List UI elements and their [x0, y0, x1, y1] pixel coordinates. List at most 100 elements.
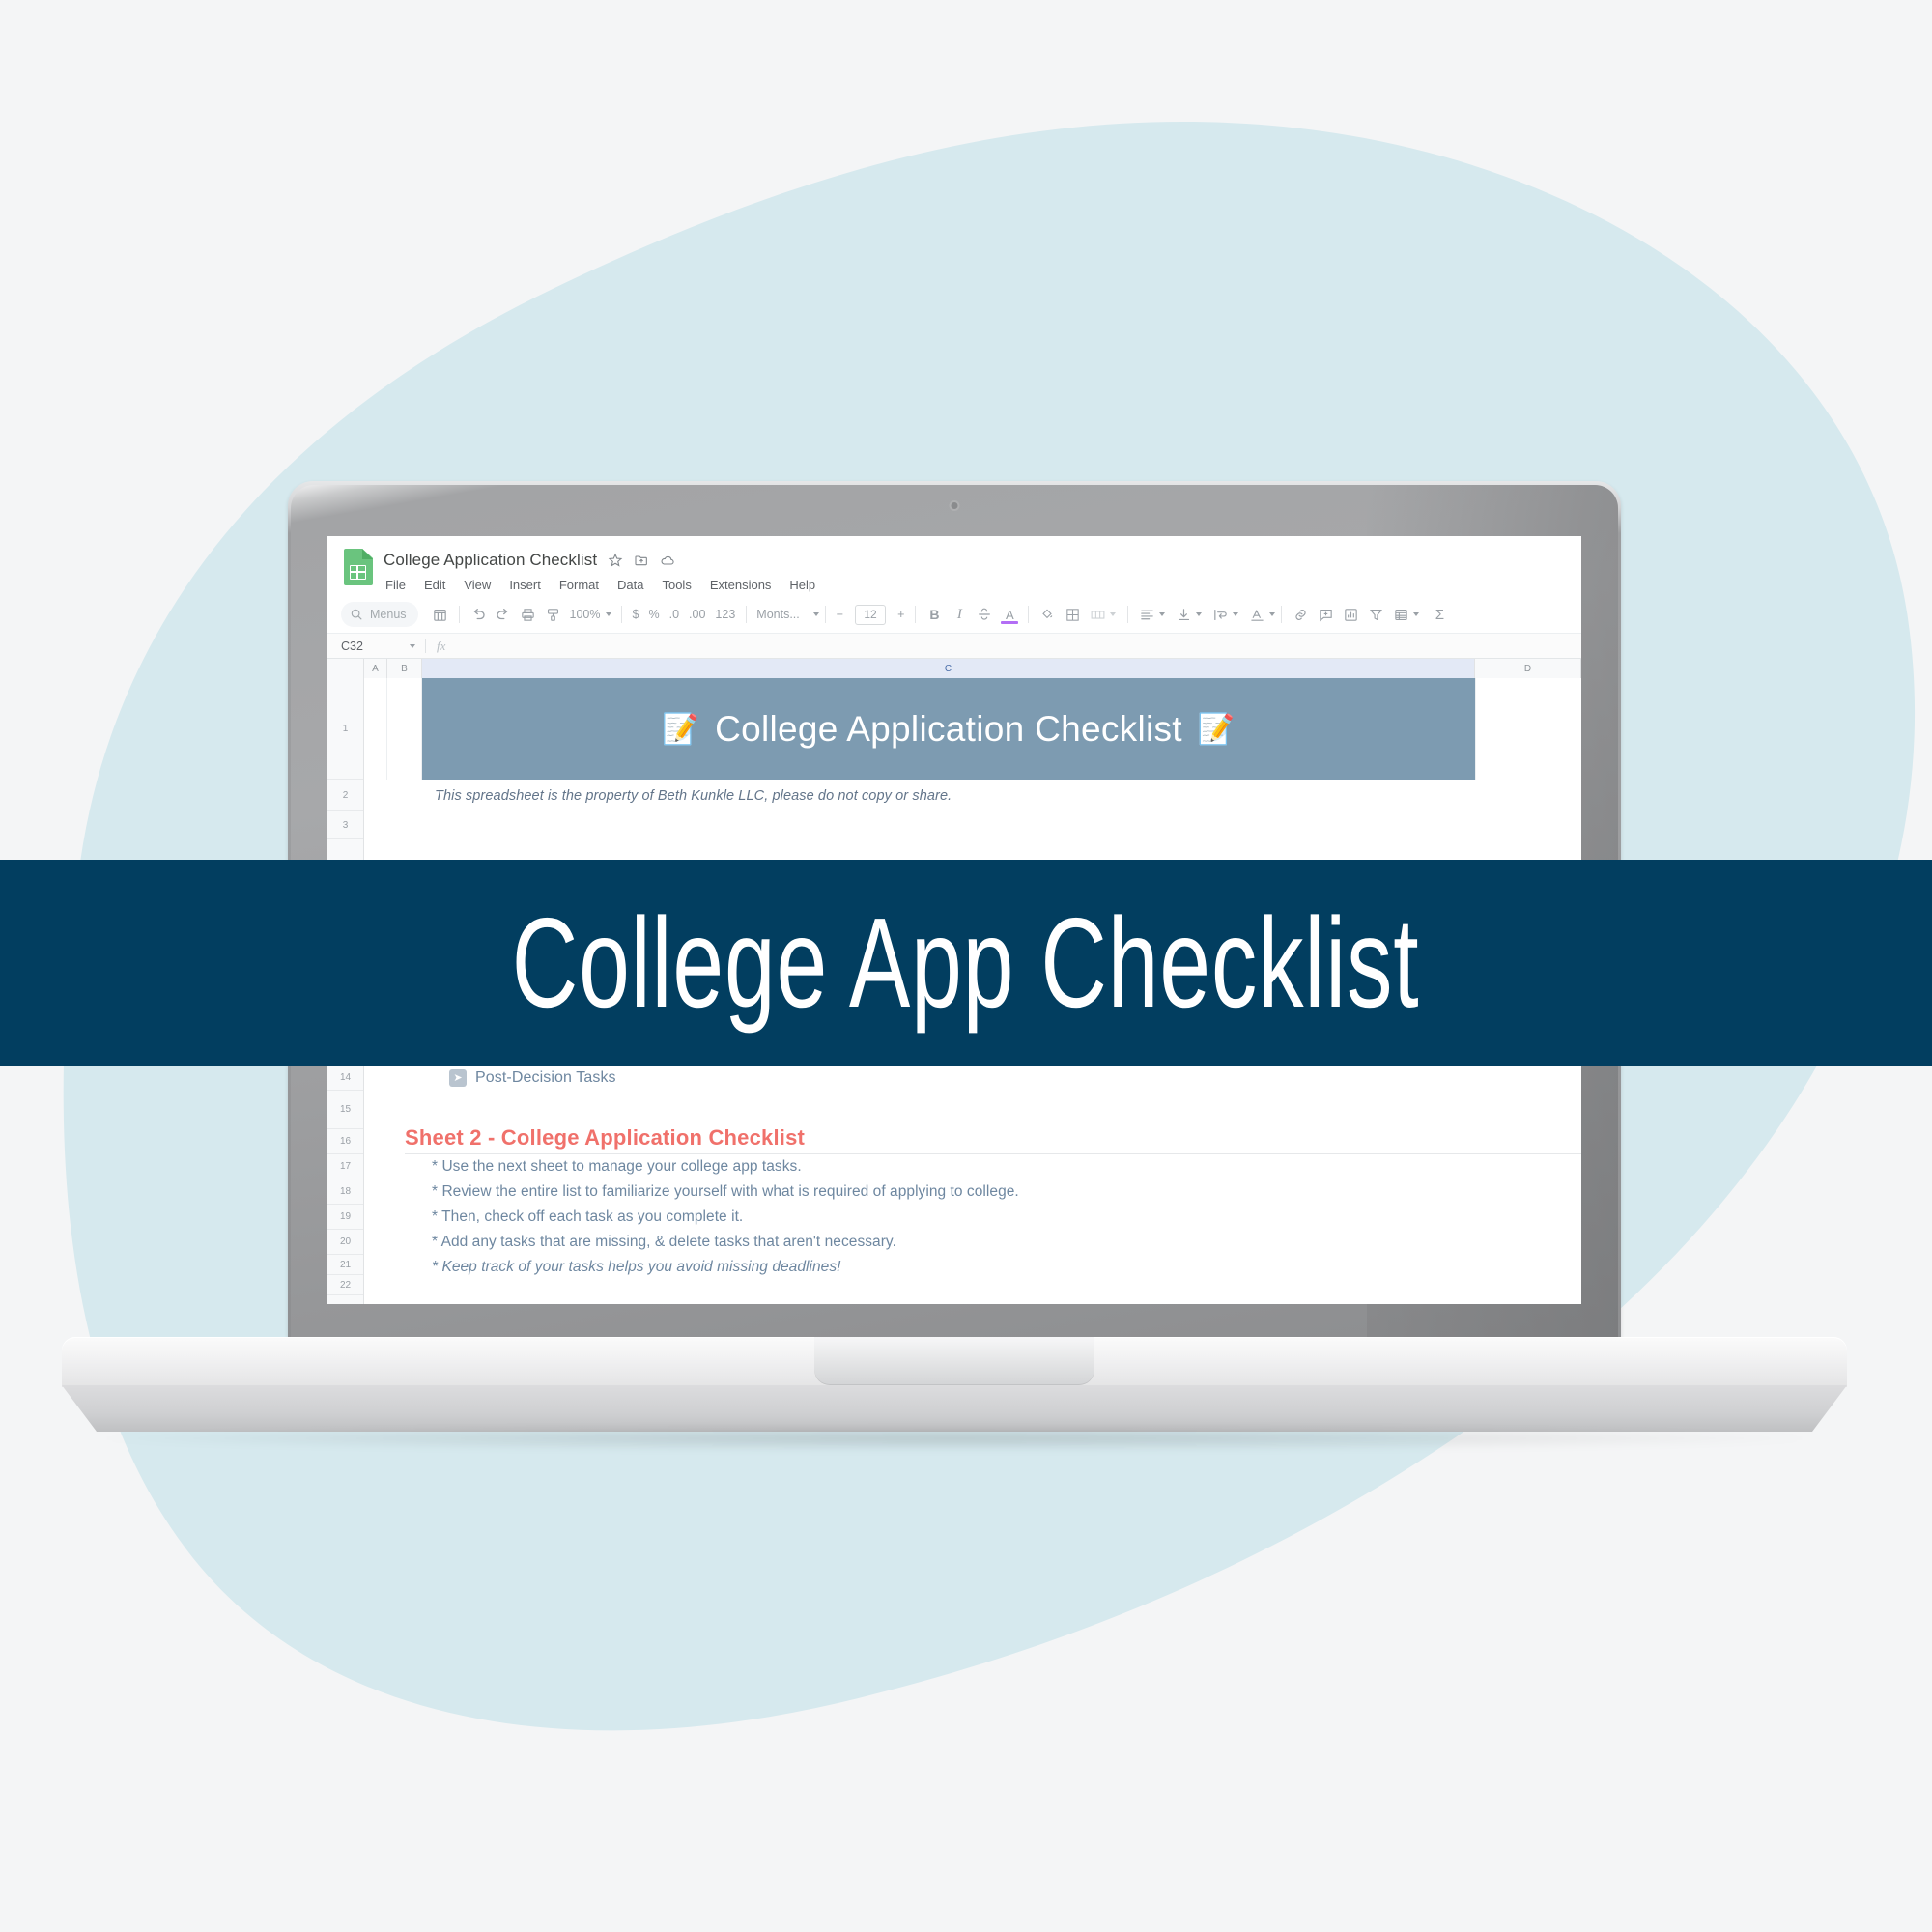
- insert-chart-icon[interactable]: [1338, 602, 1363, 627]
- menu-item-edit[interactable]: Edit: [422, 576, 447, 594]
- fill-color-icon[interactable]: [1035, 602, 1060, 627]
- row-number[interactable]: 22: [327, 1275, 363, 1295]
- increase-font-size-button[interactable]: +: [893, 608, 909, 621]
- instruction-bullet: * Add any tasks that are missing, & dele…: [432, 1234, 896, 1250]
- fx-icon: fx: [437, 638, 446, 653]
- row-18: * Then, check off each task as you compl…: [364, 1205, 1581, 1230]
- row-number[interactable]: 18: [327, 1179, 363, 1205]
- row-number[interactable]: 2: [327, 780, 363, 811]
- undo-icon[interactable]: [466, 602, 491, 627]
- row-14[interactable]: [364, 1091, 1581, 1116]
- menu-item-format[interactable]: Format: [557, 576, 601, 594]
- overlay-headline: College App Checklist: [512, 892, 1420, 1034]
- row-13: ➤ Post-Decision Tasks: [364, 1065, 1581, 1091]
- nav-item-label: Post-Decision Tasks: [475, 1069, 616, 1086]
- italic-button[interactable]: I: [947, 602, 972, 627]
- cell-a1[interactable]: [364, 678, 387, 780]
- row-20: * Keep track of your tasks helps you avo…: [364, 1255, 1581, 1280]
- row-2: This spreadsheet is the property of Beth…: [364, 780, 1581, 811]
- horizontal-align-icon[interactable]: [1134, 602, 1159, 627]
- row-number[interactable]: 17: [327, 1154, 363, 1179]
- menu-item-view[interactable]: View: [462, 576, 493, 594]
- text-rotation-icon[interactable]: [1244, 602, 1269, 627]
- borders-icon[interactable]: [1060, 602, 1085, 627]
- paint-format-icon[interactable]: [541, 602, 566, 627]
- sheet-title-banner: 📝 College Application Checklist 📝: [422, 678, 1475, 780]
- menu-item-insert[interactable]: Insert: [507, 576, 543, 594]
- insert-link-icon[interactable]: [1288, 602, 1313, 627]
- chevron-down-icon[interactable]: [410, 643, 415, 648]
- filter-views-icon[interactable]: [1388, 602, 1413, 627]
- font-size-stepper[interactable]: − 12 +: [832, 604, 910, 625]
- menu-item-tools[interactable]: Tools: [660, 576, 693, 594]
- laptop-camera-icon: [951, 502, 958, 509]
- text-color-icon[interactable]: A: [997, 602, 1022, 627]
- document-title[interactable]: College Application Checklist: [384, 551, 597, 570]
- row-number[interactable]: 16: [327, 1129, 363, 1154]
- row-3[interactable]: [364, 811, 1581, 839]
- star-icon[interactable]: [608, 553, 623, 568]
- decrease-decimal-button[interactable]: .0: [665, 608, 684, 621]
- menu-item-extensions[interactable]: Extensions: [708, 576, 774, 594]
- more-formats-button[interactable]: 123: [710, 608, 740, 621]
- zoom-level-label: 100%: [569, 608, 601, 621]
- insert-comment-icon[interactable]: [1313, 602, 1338, 627]
- currency-format-button[interactable]: $: [628, 608, 644, 621]
- cloud-saved-icon[interactable]: [660, 553, 675, 568]
- instruction-bullet: * Review the entire list to familiarize …: [432, 1183, 1019, 1200]
- cell-c1[interactable]: 📝 College Application Checklist 📝: [422, 678, 1475, 780]
- sheets-toolbar: Menus 100% $ % .0 .00 123 Monts... − 12 …: [327, 596, 1581, 633]
- row-21[interactable]: [364, 1280, 1581, 1300]
- menu-item-data[interactable]: Data: [615, 576, 645, 594]
- chevron-down-icon[interactable]: [1413, 612, 1420, 616]
- laptop-drop-shadow: [91, 1426, 1818, 1451]
- column-header-b[interactable]: B: [387, 659, 422, 678]
- row-number[interactable]: 3: [327, 811, 363, 839]
- chevron-down-icon[interactable]: [1233, 612, 1239, 616]
- name-box[interactable]: C32: [341, 634, 423, 658]
- menu-item-help[interactable]: Help: [787, 576, 817, 594]
- move-to-folder-icon[interactable]: [634, 553, 649, 568]
- row-number[interactable]: 20: [327, 1230, 363, 1255]
- font-family-dropdown[interactable]: Monts...: [753, 608, 819, 621]
- column-header-c[interactable]: C: [422, 659, 1475, 678]
- column-header-row: A B C D: [327, 659, 1581, 678]
- chevron-down-icon[interactable]: [1196, 612, 1203, 616]
- select-all-corner[interactable]: [327, 659, 364, 678]
- zoom-level-dropdown[interactable]: 100%: [566, 608, 615, 621]
- row-number[interactable]: 1: [327, 678, 363, 780]
- cell-b1[interactable]: [387, 678, 422, 780]
- row-number[interactable]: 14: [327, 1065, 363, 1091]
- cell-d1[interactable]: [1475, 678, 1581, 780]
- column-header-d[interactable]: D: [1475, 659, 1581, 678]
- font-size-input[interactable]: 12: [855, 604, 887, 625]
- decrease-font-size-button[interactable]: −: [832, 608, 848, 621]
- formula-bar: C32 fx: [327, 633, 1581, 659]
- column-header-a[interactable]: A: [364, 659, 387, 678]
- strikethrough-icon[interactable]: [972, 602, 997, 627]
- functions-icon[interactable]: Σ: [1427, 602, 1452, 627]
- percent-format-button[interactable]: %: [643, 608, 664, 621]
- bold-button[interactable]: B: [922, 602, 947, 627]
- row-22[interactable]: [364, 1300, 1581, 1304]
- instruction-bullet: * Use the next sheet to manage your coll…: [432, 1158, 802, 1175]
- print-area-icon[interactable]: [428, 602, 453, 627]
- chevron-down-icon[interactable]: [1110, 612, 1117, 616]
- row-number[interactable]: 21: [327, 1255, 363, 1275]
- redo-icon[interactable]: [491, 602, 516, 627]
- row-number[interactable]: 15: [327, 1091, 363, 1129]
- search-menus-button[interactable]: Menus: [341, 602, 418, 627]
- print-icon[interactable]: [516, 602, 541, 627]
- chevron-down-icon[interactable]: [1159, 612, 1166, 616]
- google-sheets-logo-icon: [344, 549, 373, 585]
- chevron-down-icon[interactable]: [1269, 612, 1276, 616]
- memo-emoji-left: 📝: [662, 712, 700, 746]
- text-wrap-icon[interactable]: [1208, 602, 1233, 627]
- vertical-align-icon[interactable]: [1171, 602, 1196, 627]
- font-family-label: Monts...: [756, 608, 800, 621]
- merge-cells-icon[interactable]: [1085, 602, 1110, 627]
- increase-decimal-button[interactable]: .00: [684, 608, 710, 621]
- create-filter-icon[interactable]: [1363, 602, 1388, 627]
- menu-item-file[interactable]: File: [384, 576, 408, 594]
- row-number[interactable]: 19: [327, 1205, 363, 1230]
